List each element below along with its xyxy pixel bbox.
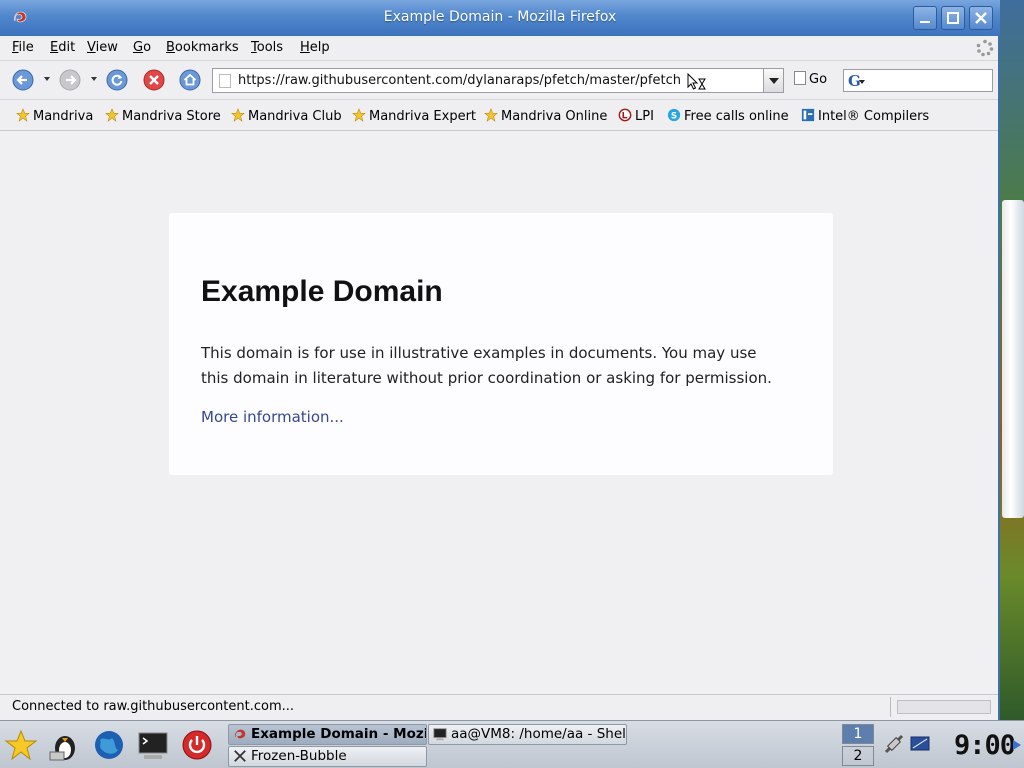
menu-bookmarks[interactable]: Bookmarks bbox=[166, 40, 239, 55]
svg-text:S: S bbox=[671, 112, 677, 122]
star-icon bbox=[16, 108, 30, 122]
content-card: Example Domain This domain is for use in… bbox=[169, 213, 833, 475]
menu-tools[interactable]: Tools bbox=[251, 40, 283, 55]
menu-view[interactable]: View bbox=[87, 40, 118, 55]
network-tray-icon[interactable] bbox=[883, 733, 905, 755]
star-icon bbox=[352, 108, 366, 122]
status-progress-segment bbox=[890, 697, 994, 717]
panel-expand-arrow-icon[interactable] bbox=[1012, 739, 1022, 751]
search-box[interactable]: G bbox=[843, 69, 993, 92]
star-menu-icon[interactable] bbox=[4, 728, 38, 762]
back-arrow-icon[interactable] bbox=[12, 69, 34, 91]
forward-arrow-icon[interactable] bbox=[59, 69, 81, 91]
window-title: Example Domain - Mozilla Firefox bbox=[383, 9, 617, 25]
desktop-pager: 1 2 bbox=[842, 724, 874, 766]
search-engine-dropdown-icon[interactable] bbox=[859, 80, 865, 84]
task-frozen-bubble[interactable]: Frozen-Bubble bbox=[228, 746, 427, 767]
intel-icon bbox=[801, 108, 815, 122]
bookmark-lpi[interactable]: LPI bbox=[617, 108, 654, 124]
maximize-icon bbox=[947, 12, 959, 24]
bookmark-mandriva-club[interactable]: Mandriva Club bbox=[230, 108, 342, 124]
globe-browser-icon[interactable] bbox=[92, 728, 126, 762]
star-icon bbox=[231, 108, 245, 122]
desktop-1[interactable]: 1 bbox=[842, 724, 874, 744]
go-icon bbox=[794, 71, 806, 85]
menu-go[interactable]: Go bbox=[133, 40, 151, 55]
firefox-task-icon bbox=[235, 729, 246, 739]
more-information-link[interactable]: More information... bbox=[201, 408, 344, 426]
star-icon bbox=[105, 108, 119, 122]
stop-icon[interactable] bbox=[143, 69, 165, 91]
navigation-toolbar: https://raw.githubusercontent.com/dylana… bbox=[0, 60, 998, 98]
penguin-control-center-icon[interactable] bbox=[48, 728, 82, 762]
reload-icon[interactable] bbox=[106, 69, 128, 91]
menu-help[interactable]: Help bbox=[300, 40, 330, 55]
desktop-2[interactable]: 2 bbox=[842, 746, 874, 766]
page-content: Example Domain This domain is for use in… bbox=[0, 132, 998, 694]
clock[interactable]: 9:00 bbox=[954, 730, 1016, 761]
task-firefox[interactable]: Example Domain - Mozilla Firefox bbox=[228, 724, 427, 745]
page-paragraph: This domain is for use in illustrative e… bbox=[201, 344, 772, 387]
url-history-dropdown[interactable] bbox=[763, 69, 783, 92]
skype-icon: S bbox=[667, 108, 681, 122]
go-button[interactable]: Go bbox=[794, 71, 827, 87]
terminal-icon[interactable] bbox=[136, 728, 170, 762]
page-icon bbox=[219, 74, 231, 88]
display-tray-icon[interactable] bbox=[909, 733, 931, 755]
status-bar: Connected to raw.githubusercontent.com..… bbox=[0, 694, 998, 718]
minimize-button[interactable] bbox=[913, 6, 937, 30]
x-window-icon bbox=[234, 750, 246, 762]
menu-bar: File Edit View Go Bookmarks Tools Help bbox=[0, 36, 998, 60]
close-icon bbox=[975, 12, 987, 24]
url-bar[interactable]: https://raw.githubusercontent.com/dylana… bbox=[212, 68, 784, 93]
task-shell[interactable]: aa@VM8: /home/aa - Shell bbox=[428, 724, 627, 745]
lpi-icon bbox=[618, 108, 632, 122]
star-icon bbox=[484, 108, 498, 122]
busy-cursor-icon bbox=[687, 73, 706, 90]
page-heading: Example Domain bbox=[201, 275, 443, 308]
minimize-icon bbox=[920, 21, 930, 23]
progress-bar bbox=[897, 700, 991, 714]
bookmark-mandriva-store[interactable]: Mandriva Store bbox=[104, 108, 221, 124]
bookmark-intel-compilers[interactable]: Intel® Compilers bbox=[800, 108, 929, 124]
bookmark-mandriva-expert[interactable]: Mandriva Expert bbox=[351, 108, 476, 124]
forward-history-dropdown[interactable] bbox=[91, 77, 97, 81]
back-history-dropdown[interactable] bbox=[44, 77, 50, 81]
menu-edit[interactable]: Edit bbox=[50, 40, 75, 55]
bookmark-free-calls-online[interactable]: S Free calls online bbox=[666, 108, 789, 124]
home-icon[interactable] bbox=[179, 69, 201, 91]
power-logout-icon[interactable] bbox=[180, 728, 214, 762]
close-button[interactable] bbox=[969, 6, 993, 30]
browser-window: Example Domain - Mozilla Firefox File Ed… bbox=[0, 0, 1000, 720]
menu-file[interactable]: File bbox=[12, 40, 34, 55]
bookmark-mandriva[interactable]: Mandriva bbox=[15, 108, 93, 124]
bookmark-mandriva-online[interactable]: Mandriva Online bbox=[483, 108, 607, 124]
desktop-widget bbox=[1002, 200, 1024, 518]
status-text: Connected to raw.githubusercontent.com..… bbox=[12, 699, 295, 714]
url-text[interactable]: https://raw.githubusercontent.com/dylana… bbox=[238, 73, 681, 88]
taskbar: Example Domain - Mozilla Firefox aa@VM8:… bbox=[0, 720, 1024, 768]
terminal-task-icon bbox=[433, 728, 447, 741]
throbber-icon bbox=[976, 39, 994, 57]
title-bar[interactable]: Example Domain - Mozilla Firefox bbox=[0, 0, 1000, 36]
desktop-background bbox=[1000, 0, 1024, 720]
bookmarks-toolbar: Mandriva Mandriva Store Mandriva Club Ma… bbox=[0, 99, 998, 131]
maximize-button[interactable] bbox=[941, 6, 965, 30]
